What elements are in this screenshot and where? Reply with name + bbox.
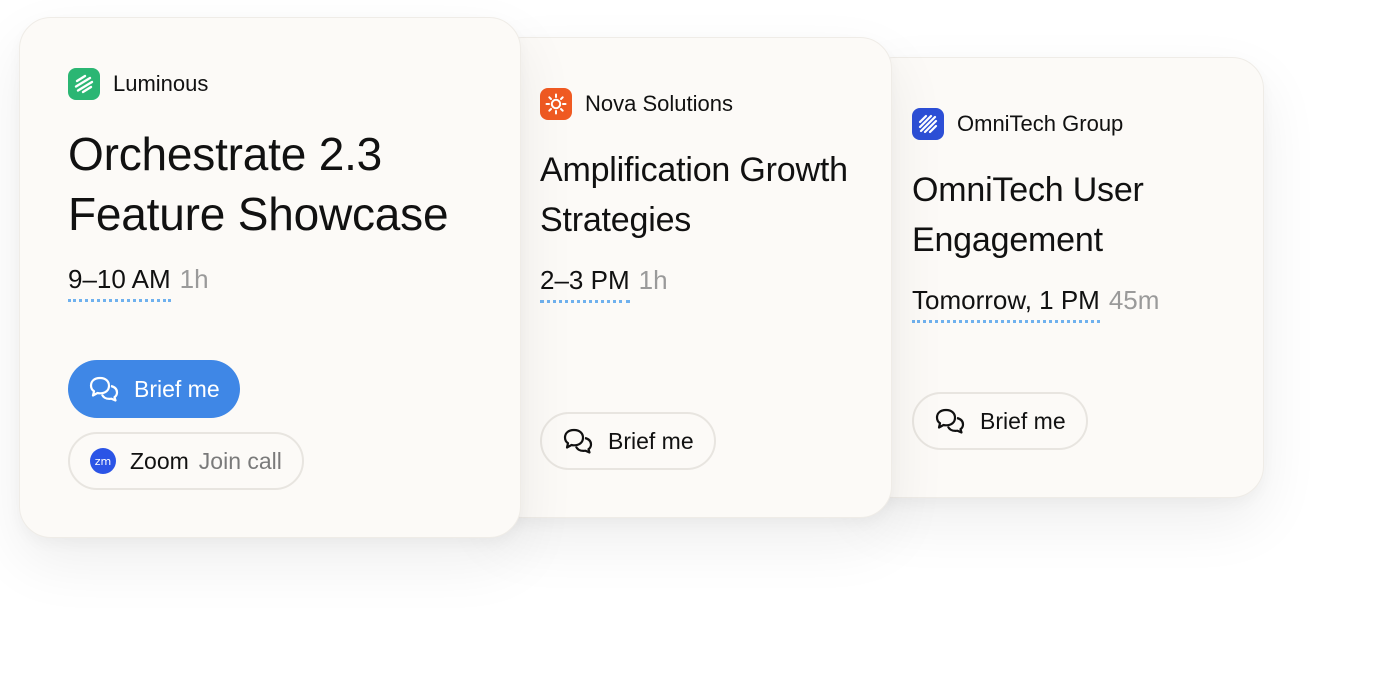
company-header: Luminous xyxy=(68,68,208,100)
join-zoom-call-button[interactable]: zm Zoom Join call xyxy=(68,432,304,490)
meeting-duration: 45m xyxy=(1108,285,1160,315)
company-header: OmniTech Group xyxy=(912,108,1123,140)
brief-me-button[interactable]: Brief me xyxy=(68,360,240,418)
luminous-logo-icon xyxy=(68,68,100,100)
join-call-label: Join call xyxy=(198,447,282,474)
company-name: OmniTech Group xyxy=(957,111,1124,136)
chat-bubbles-icon xyxy=(88,375,120,403)
meeting-title: OmniTech User Engagement xyxy=(912,171,1144,259)
chat-bubbles-icon xyxy=(562,427,594,455)
meeting-cards-stage: OmniTech Group OmniTech User Engagement … xyxy=(0,0,1384,674)
meeting-time[interactable]: 9–10 AM xyxy=(68,264,171,302)
meeting-card-omnitech[interactable]: OmniTech Group OmniTech User Engagement … xyxy=(862,57,1264,498)
company-header: Nova Solutions xyxy=(540,88,733,120)
meeting-duration: 1h xyxy=(179,264,209,294)
brief-me-button[interactable]: Brief me xyxy=(540,412,716,470)
company-name: Nova Solutions xyxy=(585,91,733,116)
zoom-icon: zm xyxy=(90,448,116,474)
chat-bubbles-icon xyxy=(934,407,966,435)
meeting-time[interactable]: 2–3 PM xyxy=(540,265,630,303)
meeting-card-nova-solutions[interactable]: Nova Solutions Amplification Growth Stra… xyxy=(490,37,892,518)
meeting-card-luminous[interactable]: Luminous Orchestrate 2.3 Feature Showcas… xyxy=(19,17,521,538)
meeting-time[interactable]: Tomorrow, 1 PM xyxy=(912,285,1100,323)
company-name: Luminous xyxy=(113,71,209,96)
meeting-title: Amplification Growth Strategies xyxy=(540,151,848,239)
brief-me-label: Brief me xyxy=(134,375,220,402)
omnitech-logo-icon xyxy=(912,108,944,140)
brief-me-label: Brief me xyxy=(608,427,694,454)
meeting-duration: 1h xyxy=(638,265,668,295)
meeting-time-row: Tomorrow, 1 PM 45m xyxy=(912,285,1159,323)
meeting-title: Orchestrate 2.3 Feature Showcase xyxy=(68,128,449,240)
brief-me-label: Brief me xyxy=(980,407,1066,434)
call-app-name: Zoom xyxy=(130,447,189,474)
meeting-time-row: 9–10 AM 1h xyxy=(68,264,209,302)
brief-me-button[interactable]: Brief me xyxy=(912,392,1088,450)
meeting-time-row: 2–3 PM 1h xyxy=(540,265,668,303)
nova-solutions-logo-icon xyxy=(540,88,572,120)
